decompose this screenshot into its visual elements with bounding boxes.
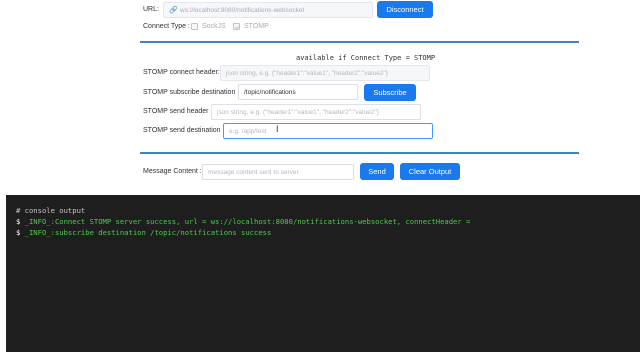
console-line-text: _INFO_:subscribe destination /topic/noti… xyxy=(24,228,272,237)
message-content-label: Message Content : xyxy=(143,168,202,175)
console-line-text: _INFO_:Connect STOMP server success, url… xyxy=(24,217,471,226)
send-button[interactable]: Send xyxy=(360,163,394,180)
console-prompt: $ xyxy=(16,228,21,237)
divider xyxy=(140,152,579,154)
send-header-input[interactable]: json string, e.g. {"header1":"value1", "… xyxy=(211,104,421,120)
url-value: ws://localhost:8080/notifications-websoc… xyxy=(180,6,305,14)
console-line: $ _INFO_:subscribe destination /topic/no… xyxy=(16,227,630,238)
checkbox-checked-icon xyxy=(233,23,240,30)
console-output[interactable]: # console output $ _INFO_:Connect STOMP … xyxy=(6,195,640,352)
subscribe-destination-input[interactable]: /topic/notifications xyxy=(238,84,358,100)
send-destination-input[interactable]: e.g. /app/test xyxy=(223,123,433,139)
connect-type-label: Connect Type : xyxy=(143,23,190,30)
message-content-input[interactable]: message content sent to server xyxy=(202,164,354,180)
clear-output-button[interactable]: Clear Output xyxy=(400,163,460,180)
stomp-checkbox[interactable]: STOMP xyxy=(233,23,269,30)
url-input[interactable]: 🔗 ws://localhost:8080/notifications-webs… xyxy=(163,2,373,18)
send-destination-placeholder: e.g. /app/test xyxy=(229,127,267,135)
console-line: $ _INFO_:Connect STOMP server success, u… xyxy=(16,216,630,227)
send-destination-label: STOMP send destination : xyxy=(143,127,225,134)
link-icon: 🔗 xyxy=(169,7,178,14)
url-label: URL: xyxy=(143,6,159,13)
console-comment: # console output xyxy=(16,206,86,215)
console-prompt: $ xyxy=(16,217,21,226)
stomp-label: STOMP xyxy=(244,23,269,30)
send-header-placeholder: json string, e.g. {"header1":"value1", "… xyxy=(217,108,379,116)
subscribe-destination-value: /topic/notifications xyxy=(244,88,296,96)
sockjs-checkbox[interactable]: SockJS xyxy=(191,23,226,30)
connect-header-input[interactable]: json string, e.g. {"header1":"value1", "… xyxy=(220,65,430,81)
subscribe-destination-label: STOMP subscribe destination : xyxy=(143,89,240,96)
checkbox-icon xyxy=(191,23,198,30)
connect-header-label: STOMP connect header: xyxy=(143,69,220,76)
sockjs-label: SockJS xyxy=(202,23,226,30)
send-header-label: STOMP send header : xyxy=(143,108,213,115)
availability-note: available if Connect Type = STOMP xyxy=(296,54,436,62)
subscribe-button[interactable]: Subscribe xyxy=(364,84,416,101)
text-cursor-icon: I xyxy=(276,124,279,134)
divider xyxy=(140,41,579,43)
connect-header-placeholder: json string, e.g. {"header1":"value1", "… xyxy=(226,69,388,77)
disconnect-button[interactable]: Disconnect xyxy=(377,1,433,18)
message-content-placeholder: message content sent to server xyxy=(208,168,299,176)
